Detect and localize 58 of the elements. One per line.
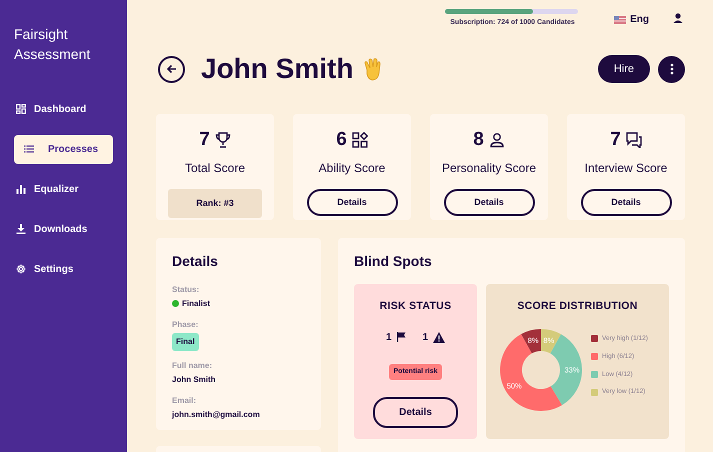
gear-icon: [16, 264, 26, 274]
rank-label: Rank: #3: [168, 188, 262, 218]
score-value: 6: [336, 128, 347, 152]
legend-swatch: [591, 370, 598, 378]
score-label: Personality Score: [440, 160, 538, 176]
risk-status-title: RISK STATUS: [378, 298, 452, 314]
details-button[interactable]: Details: [373, 397, 458, 428]
field-label: Status:: [172, 284, 200, 296]
person-icon: [488, 132, 505, 148]
warning-count: 1: [422, 330, 428, 345]
bar-chart-icon: [16, 184, 26, 194]
dashboard-icon: [16, 104, 26, 114]
status-dot: [172, 300, 179, 308]
sidebar-item[interactable]: Equalizer: [14, 174, 113, 204]
field-value: john.smith@gmail.com: [172, 408, 260, 421]
details-button[interactable]: Details: [444, 188, 534, 216]
field-value: John Smith: [172, 374, 216, 386]
sidebar-item[interactable]: Downloads: [14, 214, 113, 244]
score-label: Interview Score: [584, 160, 668, 176]
user-icon[interactable]: [673, 13, 683, 23]
hire-button[interactable]: Hire: [598, 55, 650, 83]
blind-spots-title: Blind Spots: [354, 253, 433, 270]
more-options-button[interactable]: [658, 56, 685, 82]
score-value: 7: [199, 128, 210, 152]
flag-count: 1: [386, 330, 392, 345]
trophy-icon: [214, 132, 231, 148]
app-title: Fairsight Assessment: [14, 25, 92, 64]
status-value: Finalist: [182, 298, 210, 310]
sidebar-item[interactable]: Processes: [14, 134, 113, 164]
flag-icon: [396, 332, 406, 342]
back-button[interactable]: [158, 56, 185, 82]
details-button[interactable]: Details: [580, 188, 672, 216]
download-icon: [16, 224, 26, 234]
score-distribution-title: SCORE DISTRIBUTION: [516, 298, 639, 314]
warning-icon: [433, 332, 446, 343]
sidebar-item[interactable]: Dashboard: [14, 94, 113, 124]
field-label: Full name:: [172, 360, 214, 372]
more-vertical-icon: [670, 63, 674, 75]
legend-swatch: [591, 388, 598, 396]
field-label: Phase:: [172, 318, 200, 331]
field-label: Email:: [172, 394, 198, 407]
shapes-icon: [352, 132, 368, 148]
details-button[interactable]: Details: [306, 188, 398, 216]
list-icon: [24, 145, 34, 154]
flag-icon: [614, 16, 626, 24]
sidebar-item[interactable]: Settings: [14, 254, 113, 284]
language-selector[interactable]: Eng: [630, 12, 649, 27]
candidate-name: John Smith: [201, 52, 354, 86]
phase-tag: Final: [172, 332, 199, 351]
score-label: Total Score: [184, 160, 246, 176]
arrow-left-icon: [166, 63, 178, 75]
score-value: 8: [473, 128, 484, 152]
legend-swatch: [591, 335, 598, 342]
score-label: Ability Score: [318, 160, 386, 176]
score-value: 7: [610, 128, 621, 152]
chat-icon: [626, 132, 642, 148]
legend-swatch: [591, 353, 598, 360]
details-title: Details: [172, 253, 219, 270]
